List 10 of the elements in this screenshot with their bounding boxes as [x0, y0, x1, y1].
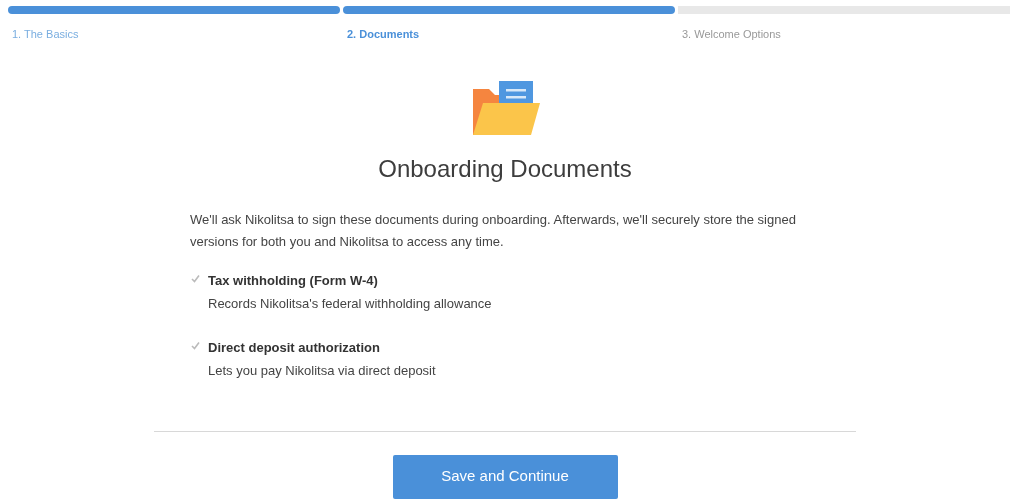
step-label[interactable]: 1. The Basics: [12, 26, 340, 43]
step-label[interactable]: 3. Welcome Options: [682, 26, 1010, 43]
document-description: Lets you pay Nikolitsa via direct deposit: [208, 362, 436, 380]
document-title: Tax withholding (Form W-4): [208, 271, 379, 290]
page-heading: Onboarding Documents: [378, 153, 632, 184]
document-description: Records Nikolitsa's federal withholding allowance: [208, 295, 492, 313]
intro-paragraph: We'll ask Nikolitsa to sign these documents during onboarding. Afterwards, we'll securely store the signed versions for both you and Nikolitsa to access any time.: [190, 210, 797, 251]
document-title: Direct deposit authorization: [208, 338, 381, 357]
save-and-continue-button[interactable]: Save and Continue: [392, 454, 618, 499]
step-label[interactable]: 2. Documents: [347, 26, 675, 43]
